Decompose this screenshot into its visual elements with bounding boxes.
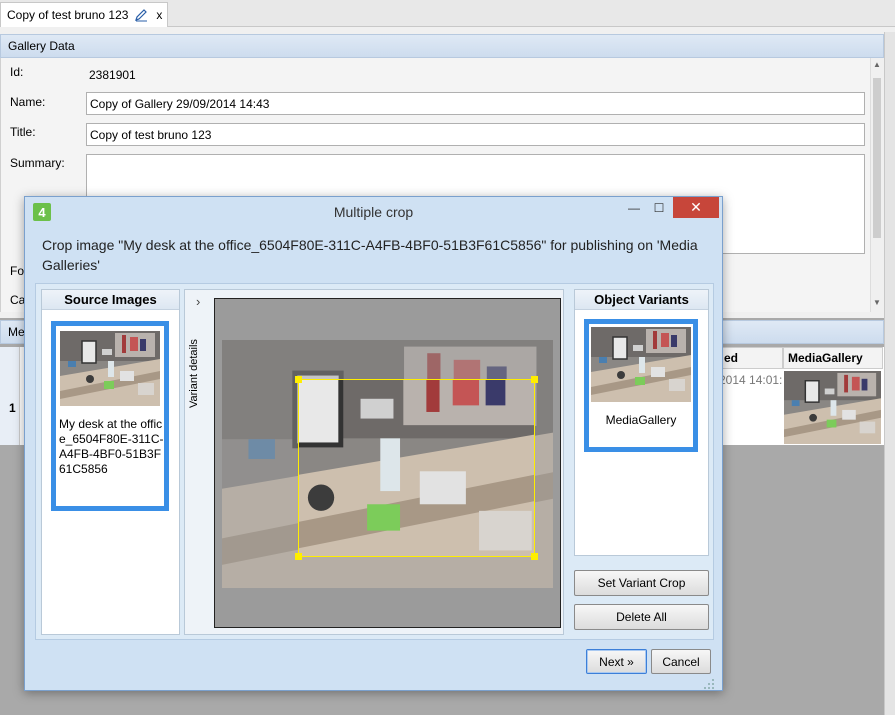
crop-handle-bl[interactable] xyxy=(295,553,302,560)
cancel-button[interactable]: Cancel xyxy=(651,649,711,674)
delete-all-button[interactable]: Delete All xyxy=(574,604,709,630)
name-label: Name: xyxy=(10,95,46,109)
minimize-button[interactable]: — xyxy=(621,197,647,218)
source-image-card[interactable]: My desk at the office_6504F80E-311C-A4FB… xyxy=(51,321,169,511)
right-panel-edge xyxy=(884,32,895,715)
tab-close-icon[interactable]: x xyxy=(156,8,162,22)
variant-label: MediaGallery xyxy=(605,413,677,427)
source-images-header: Source Images xyxy=(42,290,179,310)
object-variants-pane: Object Variants MediaGallery xyxy=(574,289,709,556)
gallery-data-header[interactable]: Gallery Data xyxy=(0,34,884,58)
variant-details-tab[interactable]: Variant details › xyxy=(183,294,205,418)
set-variant-crop-button[interactable]: Set Variant Crop xyxy=(574,570,709,596)
pencil-icon[interactable] xyxy=(134,8,148,22)
media-date-cell: 2014 14:01: xyxy=(719,373,783,387)
dialog-content: Source Images My desk at the office_6504… xyxy=(35,283,714,640)
summary-label: Summary: xyxy=(10,156,65,170)
maximize-button[interactable]: ☐ xyxy=(646,197,672,218)
gallery-scrollbar[interactable]: ▲ ▼ xyxy=(870,58,882,312)
crop-handle-tr[interactable] xyxy=(531,376,538,383)
chevron-right-icon[interactable]: › xyxy=(196,294,200,309)
app-icon: 4 xyxy=(33,203,51,221)
id-label: Id: xyxy=(10,65,24,79)
crop-stage[interactable] xyxy=(214,298,561,628)
column-header-mediagallery[interactable]: MediaGallery xyxy=(783,347,883,369)
column-header-partial[interactable]: ed xyxy=(719,347,783,369)
title-field[interactable]: Copy of test bruno 123 xyxy=(86,123,865,146)
crop-handle-br[interactable] xyxy=(531,553,538,560)
source-images-pane: Source Images My desk at the office_6504… xyxy=(41,289,180,635)
id-value: 2381901 xyxy=(89,68,136,82)
document-tab[interactable]: Copy of test bruno 123 x xyxy=(0,2,168,27)
resize-grip-icon[interactable] xyxy=(703,678,715,690)
object-variants-header: Object Variants xyxy=(575,290,708,310)
gallery-data-title: Gallery Data xyxy=(8,39,75,53)
next-button[interactable]: Next » xyxy=(586,649,647,674)
dialog-title-bar[interactable]: Multiple crop xyxy=(25,197,722,227)
media-thumbnail[interactable] xyxy=(784,371,881,444)
tab-bar: Copy of test bruno 123 x xyxy=(0,0,895,27)
row-number: 1 xyxy=(9,401,16,415)
close-button[interactable]: ✕ xyxy=(673,197,719,218)
variant-card-mediagallery[interactable]: MediaGallery xyxy=(584,319,698,452)
title-label: Title: xyxy=(10,125,36,139)
dialog-description: Crop image "My desk at the office_6504F8… xyxy=(42,237,698,273)
source-image-thumbnail[interactable] xyxy=(60,331,160,406)
media-header-title: Me xyxy=(8,325,25,339)
crop-rectangle[interactable] xyxy=(295,376,538,560)
tab-title: Copy of test bruno 123 xyxy=(7,8,129,22)
crop-handle-tl[interactable] xyxy=(295,376,302,383)
name-field[interactable]: Copy of Gallery 29/09/2014 14:43 xyxy=(86,92,865,115)
source-image-label: My desk at the office_6504F80E-311C-A4FB… xyxy=(59,417,164,476)
multiple-crop-dialog: Multiple crop 4 — ☐ ✕ Crop image "My des… xyxy=(24,196,723,691)
variant-thumbnail[interactable] xyxy=(591,327,691,402)
variant-details-label: Variant details xyxy=(188,339,200,408)
dialog-title: Multiple crop xyxy=(333,204,414,220)
